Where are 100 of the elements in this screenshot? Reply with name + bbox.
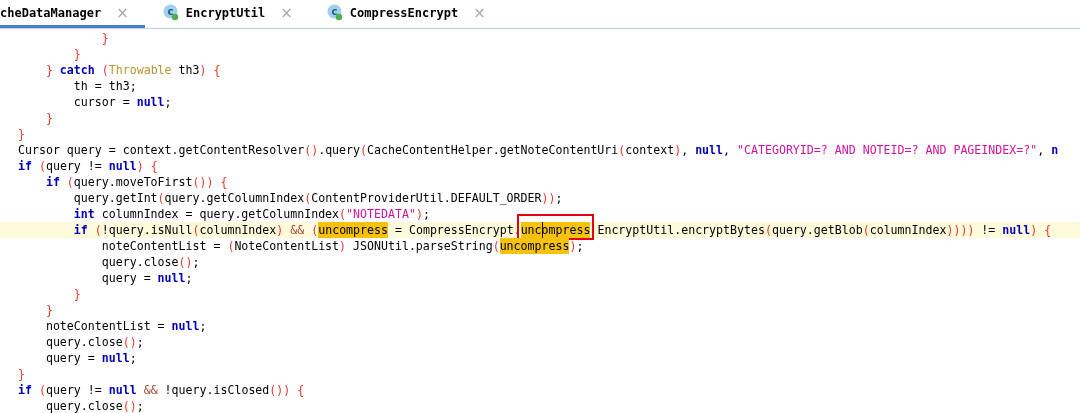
code-text: noteContentList = [45, 318, 166, 334]
bracket: } [45, 62, 53, 78]
bracket: ) { [1030, 222, 1052, 238]
highlighted-match: uncompress [499, 238, 570, 254]
code-text: , [723, 142, 732, 158]
bracket: ( [37, 158, 46, 174]
code-text: query = [101, 270, 152, 286]
bracket: ( [37, 382, 46, 398]
operator: && [142, 382, 158, 398]
code-text: ContentProviderUtil.DEFAULT_ORDER [311, 190, 542, 206]
code-text: ; [576, 238, 584, 254]
keyword: n [1051, 142, 1059, 158]
keyword: null [1002, 222, 1031, 238]
keyword: null [157, 270, 186, 286]
bracket: ( [157, 190, 165, 206]
bracket: ( [764, 222, 772, 238]
bracket: } [18, 366, 25, 382]
bracket: ) { [136, 158, 158, 174]
bracket: } [45, 302, 53, 318]
code-text: context [625, 142, 675, 158]
bracket: )))) [946, 222, 975, 238]
keyword: null [101, 350, 130, 366]
code-text: , [681, 142, 690, 158]
keyword: if [73, 222, 88, 238]
code-text: ; [164, 94, 172, 110]
code-text: ; [422, 206, 430, 222]
editor-tab[interactable]: c EncryptUtil × [144, 0, 309, 28]
bracket: ( [492, 238, 500, 254]
bracket: } [73, 46, 81, 62]
code-text: query.moveToFirst [73, 174, 193, 190]
code-text: ; [129, 350, 137, 366]
code-text: !query.isClosed [163, 382, 270, 398]
string-literal: "NOTEDATA" [346, 206, 416, 222]
bracket: )) [541, 190, 556, 206]
code-text: ; [136, 398, 144, 413]
bracket: ) { [199, 62, 221, 78]
bracket: } [45, 110, 53, 126]
code-text: CacheContentHelper.getNoteContentUri [367, 142, 619, 158]
code-text: query.close [101, 254, 179, 270]
code-text: NoteContentList [234, 238, 340, 254]
code-text: query != [45, 158, 103, 174]
keyword: null [108, 158, 137, 174]
bracket: ( [339, 206, 347, 222]
bracket: } [73, 286, 81, 302]
bracket: } [101, 30, 109, 46]
code-text: ; [192, 254, 200, 270]
code-text: noteContentList = [101, 238, 222, 254]
editor-tab[interactable]: cheDataManager × [0, 0, 145, 28]
bracket: () [178, 254, 193, 270]
code-text: query = [45, 350, 96, 366]
bracket: ( [304, 190, 312, 206]
code-text: cursor = [73, 94, 131, 110]
keyword: int [73, 206, 95, 222]
bracket: ) [276, 222, 284, 238]
bracket: () [122, 398, 137, 413]
code-text: query.close [45, 398, 123, 413]
bracket: ) [674, 142, 682, 158]
bracket: ) [569, 238, 577, 254]
bracket: ( [862, 222, 870, 238]
editor-tab[interactable]: c CompressEncrypt × [308, 0, 502, 28]
code-text: Cursor query = context.getContentResolver [18, 142, 305, 158]
code-text: query.close [45, 334, 123, 350]
keyword: null [136, 94, 165, 110]
code-text: != [980, 222, 997, 238]
keyword: catch [58, 62, 95, 78]
code-text: .query [318, 142, 361, 158]
bracket: () [304, 142, 319, 158]
keyword: if [18, 158, 32, 174]
bracket: ( [65, 174, 74, 190]
code-text: ; [136, 334, 144, 350]
bracket: ( [192, 222, 200, 238]
code-text: = CompressEncrypt. [393, 222, 521, 238]
type-name: Throwable [108, 62, 172, 78]
bracket: ) [415, 206, 423, 222]
code-text: th3 [177, 62, 200, 78]
bracket: ()) { [192, 174, 228, 190]
code-text: JSONUtil.parseString [352, 238, 493, 254]
bracket: ( [93, 222, 102, 238]
class-file-icon: c [326, 4, 343, 21]
code-text: columnIndex = query.getColumnIndex [100, 206, 340, 222]
keyword: null [171, 318, 200, 334]
code-text: query.getInt [73, 190, 158, 206]
bracket: ( [100, 62, 109, 78]
bracket: ( [618, 142, 626, 158]
bracket: ()) { [269, 382, 305, 398]
bracket: ( [227, 238, 235, 254]
code-text: ; [185, 270, 193, 286]
string-literal: "CATEGORYID=? AND NOTEID=? AND PAGEINDEX=?" [737, 142, 1038, 158]
keyword: null [695, 142, 724, 158]
code-text: columnIndex [869, 222, 947, 238]
code-text: ; [555, 190, 563, 206]
bracket: } [18, 126, 25, 142]
operator: && [289, 222, 305, 238]
code-text: !query.isNull [101, 222, 193, 238]
code-text: EncryptUtil.encryptBytes [596, 222, 765, 238]
code-text: query.getColumnIndex [164, 190, 305, 206]
bracket: ( [310, 222, 319, 238]
code-text: query.getBlob [771, 222, 863, 238]
bracket: () [122, 334, 137, 350]
keyword: if [18, 382, 32, 398]
